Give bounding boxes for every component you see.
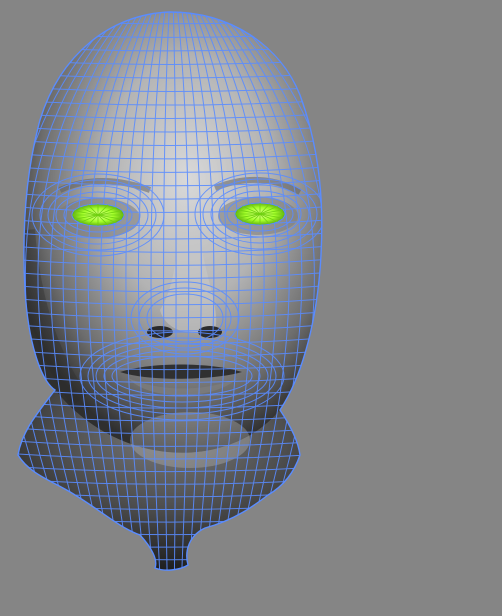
wire-edge-row: [0, 581, 340, 585]
3d-viewport[interactable]: [0, 0, 502, 616]
right-eye[interactable]: [234, 202, 286, 226]
left-eye[interactable]: [71, 203, 125, 227]
head-model[interactable]: [0, 0, 502, 616]
